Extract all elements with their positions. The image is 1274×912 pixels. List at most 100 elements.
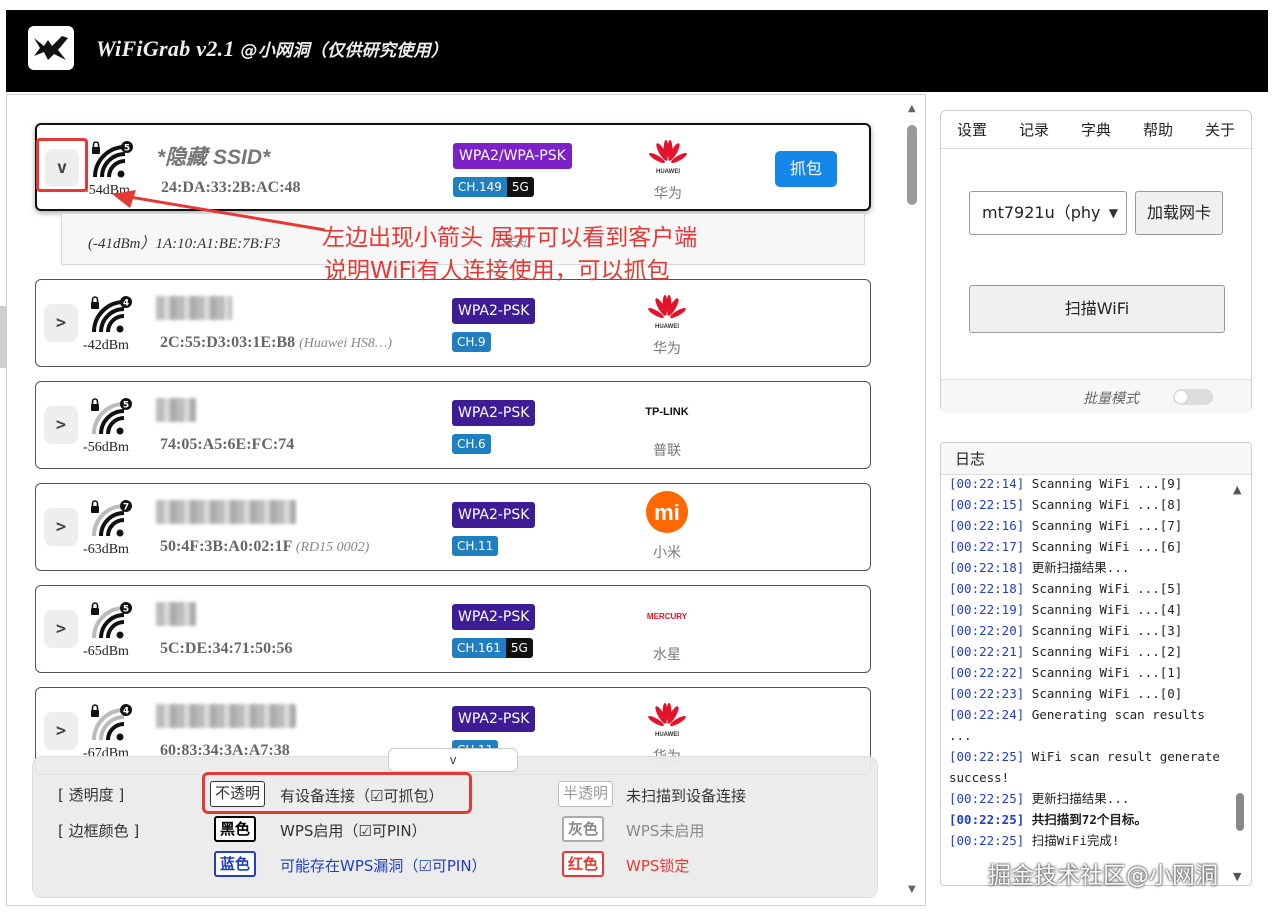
log-timestamp: [00:22:19] (949, 602, 1025, 617)
expand-clients-button[interactable]: > (44, 304, 78, 342)
vendor-name: 华为 (653, 341, 681, 357)
legend-gray-chip: 灰色 (562, 816, 605, 842)
tab-dictionary[interactable]: 字典 (1081, 119, 1111, 140)
wifi-signal-lock-icon: 4 (91, 296, 132, 333)
log-timestamp: [00:22:25] (949, 749, 1025, 764)
legend-semi-desc: 未扫描到设备连接 (626, 787, 747, 805)
band-label: 5G (505, 638, 533, 658)
log-message: Scanning WiFi ...[2] (1024, 644, 1183, 659)
huawei-logo-icon: HUAWEI (633, 139, 703, 175)
log-timestamp: [00:22:24] (949, 707, 1025, 722)
vendor-name: 华为 (654, 186, 682, 202)
log-timestamp: [00:22:25] (949, 791, 1025, 806)
channel-badge: CH.161 5G (452, 638, 533, 658)
channel-label: CH.6 (452, 434, 491, 454)
scan-wifi-button[interactable]: 扫描WiFi (969, 285, 1225, 333)
legend-semi-chip: 半透明 (558, 781, 614, 807)
bssid-mac: 2C:55:D3:03:1E:B8 (Huawei HS8…) (160, 334, 392, 352)
log-message: Scanning WiFi ...[7] (1024, 518, 1183, 533)
scroll-thumb[interactable] (1236, 793, 1244, 831)
expand-clients-button[interactable]: > (44, 712, 78, 750)
log-message: Scanning WiFi ...[0] (1024, 686, 1183, 701)
wifi-card[interactable]: > 4 -42dBm 2C:55:D3:03:1E:B8 (Huawei HS8… (35, 279, 871, 367)
legend-collapse-toggle[interactable]: v (388, 748, 518, 772)
annotation-line-2: 说明WiFi有人连接使用，可以抓包 (324, 258, 670, 284)
expand-clients-button[interactable]: > (44, 406, 78, 444)
ssid-redacted (156, 398, 196, 422)
channel-badge: CH.149 5G (453, 177, 534, 197)
channel-label: CH.161 (452, 638, 506, 658)
encryption-badge: WPA2-PSK (452, 706, 536, 732)
chevron-down-icon: ▼ (1108, 206, 1118, 220)
log-entry: [00:22:18] Scanning WiFi ...[5] (949, 578, 1229, 599)
legend-red-chip: 红色 (562, 851, 605, 877)
legend-black-desc: WPS启用（☑可PIN） (280, 822, 427, 840)
app-title-text: WiFiGrab v2.1 (96, 36, 235, 61)
log-timestamp: [00:22:23] (949, 686, 1025, 701)
log-scrollbar[interactable]: ▲ ▼ (1233, 481, 1247, 883)
channel-badge: CH.11 (452, 536, 499, 556)
legend-black-chip: 黑色 (214, 816, 257, 842)
log-entry: [00:22:18] 更新扫描结果... (949, 557, 1229, 578)
ssid-redacted (156, 296, 232, 320)
log-entry: [00:22:23] Scanning WiFi ...[0] (949, 683, 1229, 704)
log-message: Scanning WiFi ...[8] (1024, 497, 1183, 512)
log-timestamp: [00:22:25] (949, 833, 1025, 848)
mercury-logo-text: MERCURY (646, 612, 688, 621)
tab-records[interactable]: 记录 (1019, 119, 1049, 140)
log-entry: [00:22:16] Scanning WiFi ...[7] (949, 515, 1229, 536)
log-message: 更新扫描结果... (1024, 560, 1130, 575)
load-adapter-button[interactable]: 加载网卡 (1135, 191, 1223, 235)
annotation-text: 左边出现小箭头 展开可以看到客户端 说明WiFi有人连接使用，可以抓包 (322, 222, 697, 288)
scroll-up-icon[interactable]: ▲ (1233, 483, 1241, 496)
log-message: Scanning WiFi ...[1] (1024, 665, 1183, 680)
wifi-card[interactable]: > 5 -65dBm 5C:DE:34:71:50:56 WPA2-PSK CH… (35, 585, 871, 673)
legend-opacity-label: [ 透明度 ] (58, 786, 125, 804)
channel-label: CH.9 (452, 332, 491, 352)
log-entry: [00:22:17] Scanning WiFi ...[6] (949, 536, 1229, 557)
client-count-badge: 5 (123, 401, 129, 411)
encryption-badge: WPA2-PSK (452, 400, 536, 426)
signal-dbm: -65dBm (83, 644, 129, 659)
batch-mode-label: 批量模式 (1083, 391, 1139, 407)
band-label: 5G (506, 177, 534, 197)
wifi-card[interactable]: > 5 -56dBm 74:05:A5:6E:FC:74 WPA2-PSK CH… (35, 381, 871, 469)
legend-annotation-box (202, 772, 472, 814)
batch-mode-toggle[interactable] (1173, 389, 1213, 405)
app-title: WiFiGrab v2.1 @小网洞（仅供研究使用） (96, 36, 448, 62)
scroll-thumb[interactable] (907, 125, 917, 205)
legend-border-label: [ 边框颜色 ] (58, 822, 140, 840)
wifi-card[interactable]: > 7 -63dBm 50:4F:3B:A0:02:1F (RD15 0002)… (35, 483, 871, 571)
capture-handshake-button[interactable]: 抓包 (775, 151, 837, 187)
tplink-logo-icon: TP-LINK (632, 396, 702, 432)
tab-about[interactable]: 关于 (1205, 119, 1235, 140)
bssid-mac: 50:4F:3B:A0:02:1F (RD15 0002) (160, 538, 369, 556)
tab-settings[interactable]: 设置 (957, 119, 987, 140)
bssid-text: 74:05:A5:6E:FC:74 (160, 436, 295, 453)
scroll-up-icon[interactable]: ▲ (908, 103, 916, 114)
channel-badge: CH.6 (452, 434, 491, 454)
encryption-badge: WPA2-PSK (452, 604, 536, 630)
encryption-badge: WPA2-PSK (452, 298, 536, 324)
expand-clients-button[interactable]: > (44, 508, 78, 546)
log-entry: [00:22:22] Scanning WiFi ...[1] (949, 662, 1229, 683)
client-count-badge: 5 (124, 144, 130, 154)
expand-clients-button[interactable]: > (44, 610, 78, 648)
list-scrollbar[interactable]: ▲ ▼ (903, 95, 925, 905)
toggle-knob (1175, 391, 1187, 403)
huawei-logo-icon: HUAWEI (632, 294, 702, 330)
log-title: 日志 (941, 443, 1251, 475)
device-model: (Huawei HS8…) (299, 336, 393, 351)
scroll-down-icon[interactable]: ▼ (1233, 870, 1241, 883)
wifi-signal-lock-icon: 5 (91, 602, 132, 639)
scroll-down-icon[interactable]: ▼ (908, 884, 916, 895)
log-message: Scanning WiFi ...[9] (1024, 476, 1183, 491)
bssid-mac: 5C:DE:34:71:50:56 (160, 640, 292, 658)
tab-help[interactable]: 帮助 (1143, 119, 1173, 140)
log-entry: [00:22:19] Scanning WiFi ...[4] (949, 599, 1229, 620)
log-timestamp: [00:22:15] (949, 497, 1025, 512)
log-entry: [00:22:14] Scanning WiFi ...[9] (949, 473, 1229, 494)
log-message: 共扫描到72个目标。 (1024, 812, 1147, 827)
adapter-select[interactable]: mt7921u（phy ▼ (969, 191, 1127, 235)
log-entry: [00:22:15] Scanning WiFi ...[8] (949, 494, 1229, 515)
